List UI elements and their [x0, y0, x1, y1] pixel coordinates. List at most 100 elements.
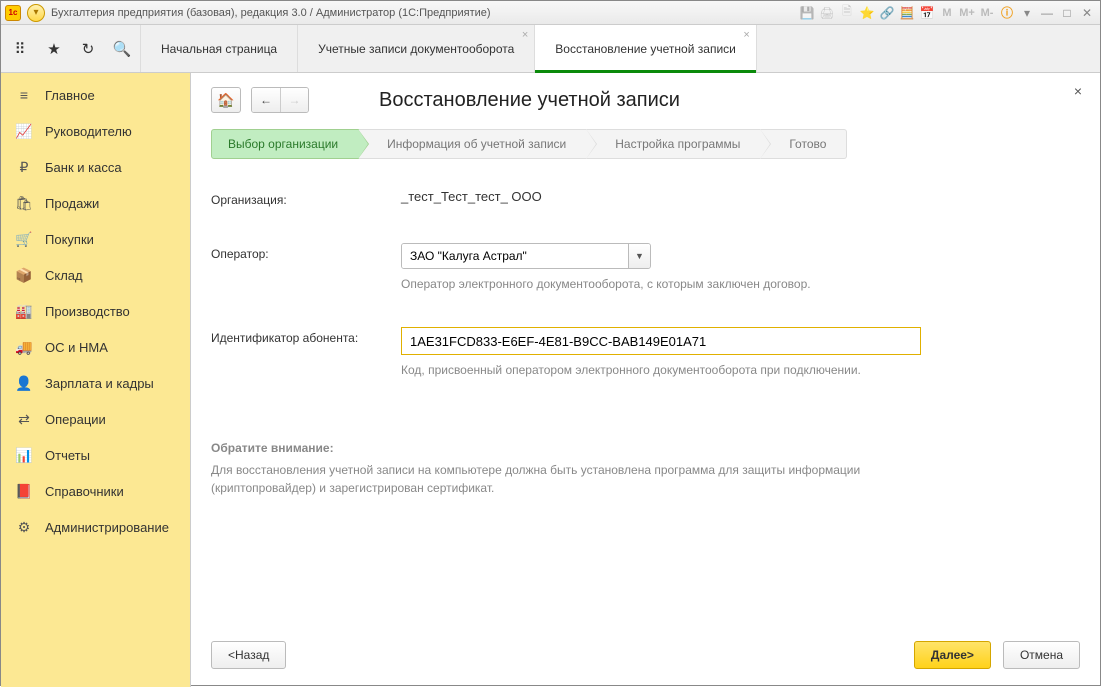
- app-logo-icon: 1с: [5, 5, 21, 21]
- subscriber-id-input[interactable]: [401, 327, 921, 355]
- bag-icon: 🛍: [15, 194, 33, 212]
- tab-label: Восстановление учетной записи: [555, 42, 736, 56]
- sidebar-item-reports[interactable]: 📊 Отчеты: [1, 437, 190, 473]
- sidebar-item-label: Отчеты: [45, 448, 90, 463]
- close-icon[interactable]: ×: [522, 29, 528, 41]
- dropdown-button[interactable]: ▼: [628, 244, 650, 268]
- memory-mplus-button[interactable]: M+: [958, 4, 976, 22]
- link-icon[interactable]: 🔗: [878, 4, 896, 22]
- organization-value: _тест_Тест_тест_ ООО: [401, 189, 931, 204]
- back-button[interactable]: <Назад: [211, 641, 286, 669]
- search-icon[interactable]: 🔍: [111, 38, 133, 60]
- sidebar-item-hr[interactable]: 👤 Зарплата и кадры: [1, 365, 190, 401]
- wizard-steps: Выбор организации Информация об учетной …: [211, 129, 1080, 159]
- main-tabstrip: ⠿ ★ ↻ 🔍 Начальная страница Учетные запис…: [1, 25, 1100, 73]
- home-button[interactable]: 🏠: [211, 87, 241, 113]
- sidebar-item-assets[interactable]: 🚚 ОС и НМА: [1, 329, 190, 365]
- bars-icon: 📊: [15, 446, 33, 464]
- wizard-step-org[interactable]: Выбор организации: [211, 129, 359, 159]
- transfer-icon: ⇄: [15, 410, 33, 428]
- box-icon: 📦: [15, 266, 33, 284]
- nav-back-forward: ← →: [251, 87, 309, 113]
- window-title: Бухгалтерия предприятия (базовая), редак…: [51, 7, 491, 19]
- sidebar-item-purchases[interactable]: 🛒Покупки: [1, 221, 190, 257]
- info-dropdown-icon[interactable]: ▾: [1018, 4, 1036, 22]
- chevron-down-icon: ▼: [635, 251, 644, 261]
- forward-button: →: [280, 88, 308, 112]
- sidebar-item-label: Руководителю: [45, 124, 132, 139]
- page-title: Восстановление учетной записи: [379, 89, 680, 112]
- person-icon: 👤: [15, 374, 33, 392]
- operator-select[interactable]: ▼: [401, 243, 651, 269]
- sidebar-item-sales[interactable]: 🛍 Продажи: [1, 185, 190, 221]
- sidebar-item-label: Банк и касса: [45, 160, 122, 175]
- operator-label: Оператор:: [211, 243, 401, 261]
- nav-sidebar: ≡ Главное 📈 Руководителю ₽ Банк и касса 🛍 Пр…: [1, 73, 191, 687]
- sidebar-item-main[interactable]: ≡ Главное: [1, 77, 190, 113]
- minimize-button[interactable]: —: [1038, 4, 1056, 22]
- sidebar-item-label: Зарплата и кадры: [45, 376, 154, 391]
- gear-icon: ⚙: [15, 518, 33, 536]
- tab-account-recovery[interactable]: Восстановление учетной записи ×: [534, 25, 757, 72]
- wizard-step-setup[interactable]: Настройка программы: [587, 129, 761, 159]
- sidebar-item-label: Справочники: [45, 484, 124, 499]
- close-icon[interactable]: ×: [743, 29, 749, 41]
- list-icon: ≡: [15, 86, 33, 104]
- close-window-button[interactable]: ✕: [1078, 4, 1096, 22]
- sidebar-item-label: Администрирование: [45, 520, 169, 535]
- operator-hint: Оператор электронного документооборота, …: [401, 277, 931, 291]
- note-title: Обратите внимание:: [211, 441, 1080, 455]
- tab-label: Начальная страница: [161, 42, 277, 56]
- tab-label: Учетные записи документооборота: [318, 42, 514, 56]
- operator-input[interactable]: [402, 244, 628, 268]
- maximize-button[interactable]: □: [1058, 4, 1076, 22]
- sidebar-item-manager[interactable]: 📈 Руководителю: [1, 113, 190, 149]
- sidebar-item-label: Операции: [45, 412, 106, 427]
- sidebar-item-operations[interactable]: ⇄ Операции: [1, 401, 190, 437]
- sidebar-item-label: Продажи: [45, 196, 99, 211]
- preview-icon[interactable]: 🗎: [838, 4, 856, 22]
- content-area: × 🏠 ← → Восстановление учетной записи Вы…: [191, 73, 1100, 687]
- back-button[interactable]: ←: [252, 88, 280, 112]
- sidebar-item-bank[interactable]: ₽ Банк и касса: [1, 149, 190, 185]
- chart-icon: 📈: [15, 122, 33, 140]
- print-icon[interactable]: 🖨: [818, 4, 836, 22]
- factory-icon: 🏭: [15, 302, 33, 320]
- sidebar-item-label: ОС и НМА: [45, 340, 108, 355]
- next-button[interactable]: Далее>: [914, 641, 991, 669]
- star-icon[interactable]: ★: [43, 38, 65, 60]
- subscriber-id-label: Идентификатор абонента:: [211, 327, 401, 345]
- tab-start-page[interactable]: Начальная страница: [140, 25, 298, 72]
- organization-label: Организация:: [211, 189, 401, 207]
- tab-doc-accounts[interactable]: Учетные записи документооборота ×: [297, 25, 535, 72]
- ruble-icon: ₽: [15, 158, 33, 176]
- save-icon[interactable]: 💾: [798, 4, 816, 22]
- apps-icon[interactable]: ⠿: [9, 38, 31, 60]
- sidebar-item-warehouse[interactable]: 📦 Склад: [1, 257, 190, 293]
- calendar-icon[interactable]: 📅: [918, 4, 936, 22]
- memory-mminus-button[interactable]: M-: [978, 4, 996, 22]
- sidebar-item-label: Покупки: [45, 232, 94, 247]
- truck-icon: 🚚: [15, 338, 33, 356]
- sidebar-item-admin[interactable]: ⚙ Администрирование: [1, 509, 190, 545]
- wizard-step-info[interactable]: Информация об учетной записи: [359, 129, 587, 159]
- window-titlebar: 1с ▾ Бухгалтерия предприятия (базовая), …: [1, 1, 1100, 25]
- sidebar-item-label: Производство: [45, 304, 130, 319]
- dropdown-circle-icon[interactable]: ▾: [27, 4, 45, 22]
- sidebar-item-label: Склад: [45, 268, 83, 283]
- wizard-footer: <Назад Далее> Отмена: [211, 633, 1080, 673]
- history-icon[interactable]: ↻: [77, 38, 99, 60]
- sidebar-item-production[interactable]: 🏭 Производство: [1, 293, 190, 329]
- content-close-button[interactable]: ×: [1074, 83, 1082, 99]
- wizard-step-done[interactable]: Готово: [761, 129, 847, 159]
- favorite-icon[interactable]: ⭐: [858, 4, 876, 22]
- cancel-button[interactable]: Отмена: [1003, 641, 1080, 669]
- book-icon: 📕: [15, 482, 33, 500]
- info-icon[interactable]: ⓘ: [998, 4, 1016, 22]
- note-text: Для восстановления учетной записи на ком…: [211, 461, 931, 497]
- sidebar-item-directories[interactable]: 📕 Справочники: [1, 473, 190, 509]
- sidebar-item-label: Главное: [45, 88, 95, 103]
- calculator-icon[interactable]: 🧮: [898, 4, 916, 22]
- memory-m-button[interactable]: M: [938, 4, 956, 22]
- subscriber-id-hint: Код, присвоенный оператором электронного…: [401, 363, 931, 377]
